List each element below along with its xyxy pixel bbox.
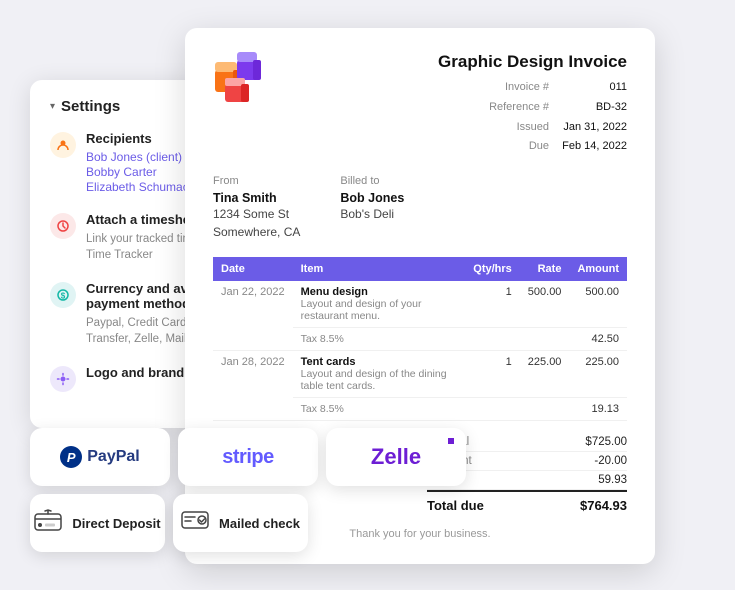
row1-tax-label: Tax 8.5%: [301, 333, 344, 345]
mailed-check-card[interactable]: Mailed check: [173, 494, 308, 552]
invoice-main-title: Graphic Design Invoice: [438, 52, 627, 72]
col-spacer: [415, 257, 466, 281]
stripe-card[interactable]: stripe: [178, 428, 318, 486]
discount-value: -20.00: [594, 455, 627, 467]
paypal-logo: P PayPal: [60, 446, 139, 468]
row1-qty: 1: [465, 281, 520, 328]
row2-qty: 1: [465, 351, 520, 398]
total-value: $764.93: [580, 498, 627, 513]
paypal-icon: P: [60, 446, 82, 468]
payment-cards: P PayPal stripe Zelle: [30, 428, 466, 552]
row2-tax-label: Tax 8.5%: [301, 403, 344, 415]
zelle-dot: [448, 438, 454, 444]
col-amount: Amount: [569, 257, 627, 281]
row1-rate: 500.00: [520, 281, 570, 328]
invoice-issued: Jan 31, 2022: [557, 118, 627, 138]
paypal-card[interactable]: P PayPal: [30, 428, 170, 486]
settings-title: Settings: [61, 98, 120, 115]
svg-text:$: $: [61, 292, 66, 301]
direct-deposit-icon: [34, 509, 62, 537]
mailed-check-icon: [181, 509, 209, 537]
company-logo: [213, 52, 271, 104]
recipients-icon: [50, 132, 76, 158]
row2-desc: Layout and design of the dining table te…: [301, 368, 458, 392]
table-row: Jan 28, 2022 Tent cards Layout and desig…: [213, 351, 627, 398]
logo-icon: [50, 366, 76, 392]
table-row: Jan 22, 2022 Menu design Layout and desi…: [213, 281, 627, 328]
row2-date: Jan 28, 2022: [213, 351, 293, 421]
invoice-due: Feb 14, 2022: [557, 137, 627, 157]
invoice-number: 011: [557, 78, 627, 98]
paypal-label: PayPal: [87, 448, 139, 466]
row2-amount: 225.00: [569, 351, 627, 398]
payment-row-2: Direct Deposit Mailed check: [30, 494, 466, 552]
tax-value: 59.93: [598, 474, 627, 486]
invoice-title-section: Graphic Design Invoice Invoice #011 Refe…: [438, 52, 627, 157]
zelle-card[interactable]: Zelle: [326, 428, 466, 486]
timesheet-icon: [50, 213, 76, 239]
currency-icon: $: [50, 282, 76, 308]
billing-to: Billed to Bob Jones Bob's Deli: [340, 175, 404, 241]
invoice-header: Graphic Design Invoice Invoice #011 Refe…: [213, 52, 627, 157]
col-qty: Qty/hrs: [465, 257, 520, 281]
billing-from: From Tina Smith 1234 Some StSomewhere, C…: [213, 175, 300, 241]
direct-deposit-label: Direct Deposit: [72, 516, 160, 531]
invoice-meta: Invoice #011 Reference #BD-32 IssuedJan …: [438, 78, 627, 157]
row1-date: Jan 22, 2022: [213, 281, 293, 351]
row1-desc: Layout and design of your restaurant men…: [301, 298, 458, 322]
subtotal-value: $725.00: [585, 436, 627, 448]
chevron-down-icon: ▾: [50, 101, 55, 112]
direct-deposit-card[interactable]: Direct Deposit: [30, 494, 165, 552]
row1-amount: 500.00: [569, 281, 627, 328]
row1-tax-amount: 42.50: [569, 328, 627, 351]
stripe-label: stripe: [222, 446, 273, 469]
row2-rate: 225.00: [520, 351, 570, 398]
billing-section: From Tina Smith 1234 Some StSomewhere, C…: [213, 175, 627, 241]
col-rate: Rate: [520, 257, 570, 281]
col-date: Date: [213, 257, 293, 281]
invoice-reference: BD-32: [557, 98, 627, 118]
invoice-table: Date Item Qty/hrs Rate Amount Jan 22, 20…: [213, 257, 627, 421]
row2-tax-amount: 19.13: [569, 398, 627, 421]
row1-name: Menu design: [301, 286, 458, 298]
mailed-check-label: Mailed check: [219, 516, 300, 531]
zelle-label: Zelle: [371, 444, 421, 470]
payment-row-1: P PayPal stripe Zelle: [30, 428, 466, 486]
row2-name: Tent cards: [301, 356, 458, 368]
col-item: Item: [293, 257, 415, 281]
